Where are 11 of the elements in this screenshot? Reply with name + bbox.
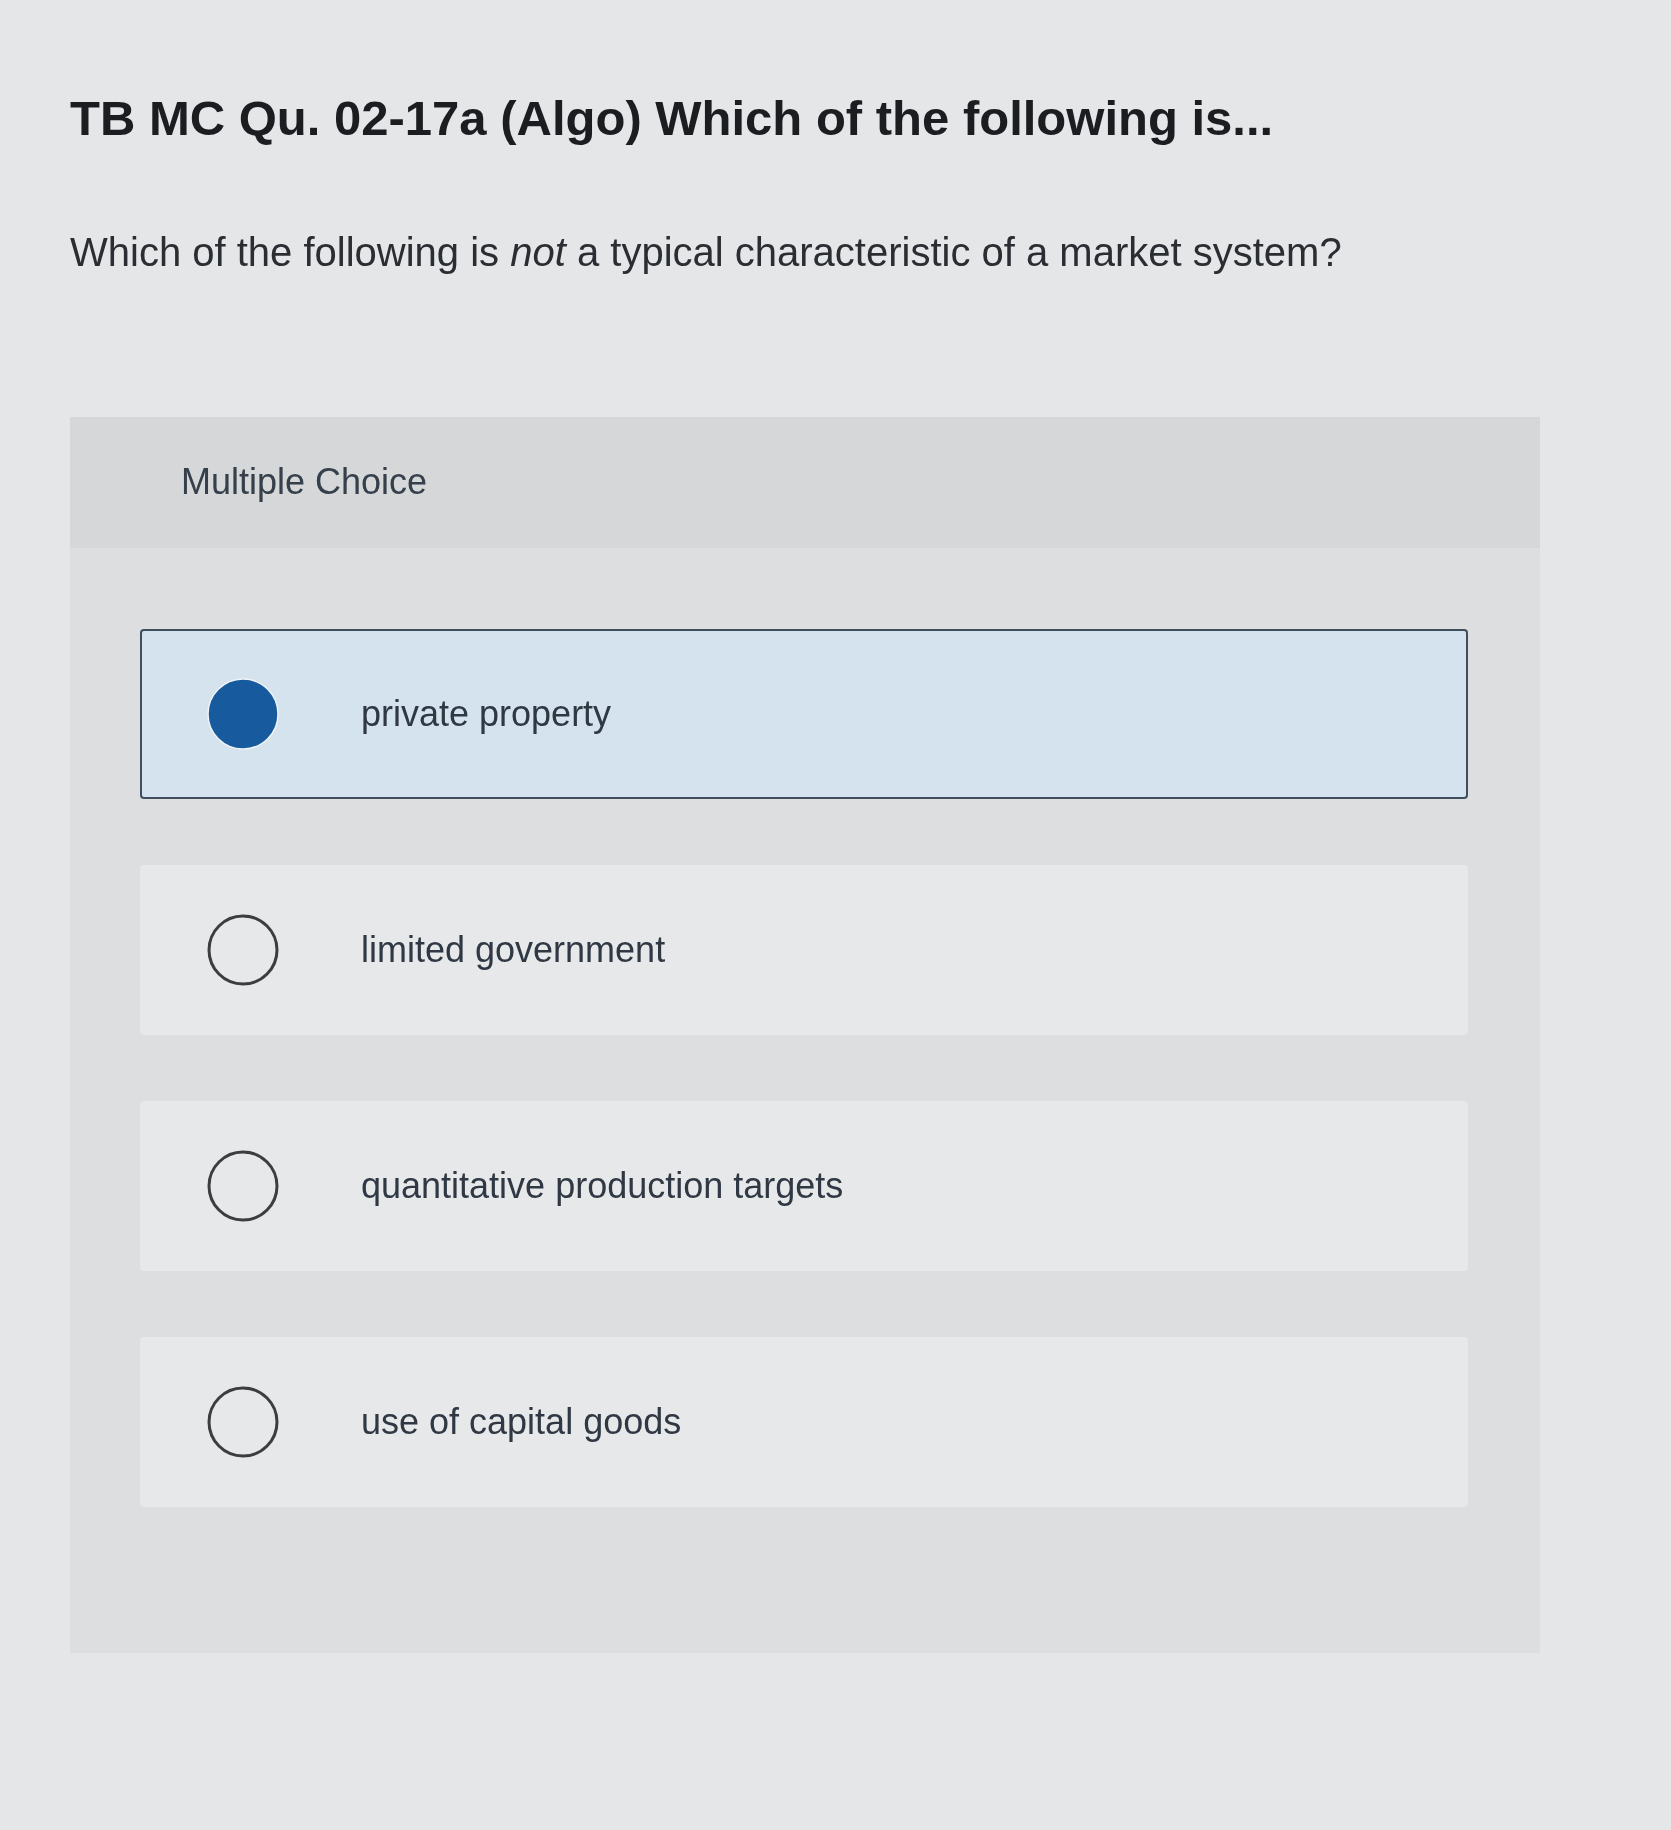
answer-option[interactable]: quantitative production targets [140,1100,1468,1271]
section-label: Multiple Choice [181,461,428,504]
empty-radio-icon[interactable] [207,913,279,986]
question-text: Which of the following is not a typical characteristic of a market system? [70,228,1343,276]
answer-option[interactable]: limited government [140,864,1468,1035]
empty-radio-icon[interactable] [207,1385,279,1458]
answer-option[interactable]: private property [140,628,1468,799]
page-title: TB MC Qu. 02-17a (Algo) Which of the following is... [70,90,1275,147]
empty-radio-icon[interactable] [207,1149,279,1222]
answer-option[interactable]: use of capital goods [140,1336,1468,1507]
filled-radio-icon[interactable] [207,677,279,750]
